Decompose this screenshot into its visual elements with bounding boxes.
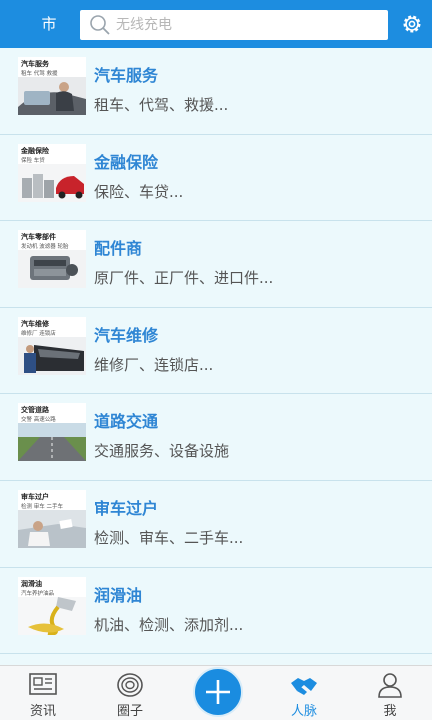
item-title: 审车过户 bbox=[94, 498, 159, 518]
tab-label: 我 bbox=[383, 704, 397, 719]
thumbnail-title: 汽车零部件 bbox=[21, 233, 56, 242]
thumbnail: 汽车零部件 发动机 波滤器 轮胎 bbox=[18, 230, 86, 289]
item-description: 维修厂、连锁店... bbox=[94, 355, 214, 374]
item-title: 汽车维修 bbox=[94, 325, 159, 345]
thumbnail-title: 润滑油 bbox=[21, 579, 42, 588]
category-list: 汽车服务 租车 代驾 救援 汽车服务 租车、代驾、救援... 金融保险 保险 车… bbox=[0, 48, 432, 655]
thumbnail: 金融保险 保险 车贷 bbox=[18, 143, 86, 202]
thumbnail: 汽车维修 维修厂 连锁店 bbox=[18, 316, 86, 375]
item-title: 汽车服务 bbox=[94, 66, 159, 85]
city-selector[interactable]: 市 bbox=[32, 12, 66, 36]
search-icon bbox=[90, 15, 110, 35]
coins-car-image bbox=[18, 163, 86, 202]
item-description: 检测、审车、二手车... bbox=[94, 528, 244, 547]
tab-label: 资讯 bbox=[29, 704, 56, 719]
list-item[interactable]: 润滑油 汽车养护油品 润滑油 机油、检测、添加剂... bbox=[0, 568, 432, 655]
thumbnail-title: 汽车服务 bbox=[21, 60, 49, 68]
plus-icon bbox=[206, 680, 230, 704]
tab-label: 人脉 bbox=[290, 704, 317, 719]
top-bar: 市 bbox=[0, 0, 432, 48]
item-description: 租车、代驾、救援... bbox=[94, 96, 229, 114]
gear-icon[interactable] bbox=[400, 12, 424, 36]
search-input[interactable] bbox=[116, 10, 376, 40]
tab-news[interactable]: 资讯 bbox=[0, 666, 86, 720]
thumbnail-title: 金融保险 bbox=[21, 146, 49, 155]
thumbnail-title: 交管道路 bbox=[21, 406, 49, 415]
thumbnail-title: 汽车维修 bbox=[21, 319, 49, 328]
list-item[interactable]: 交管道路 交警 高速公路 道路交通 交通服务、设备设施 bbox=[0, 394, 432, 481]
thumbnail-subtitle: 检测 审车 二手车 bbox=[21, 503, 63, 510]
search-box[interactable] bbox=[80, 10, 388, 40]
thumbnail-subtitle: 保险 车贷 bbox=[21, 157, 45, 164]
list-item[interactable]: 汽车服务 租车 代驾 救援 汽车服务 租车、代驾、救援... bbox=[0, 48, 432, 135]
thumbnail-subtitle: 租车 代驾 救援 bbox=[21, 71, 58, 77]
list-item[interactable]: 汽车零部件 发动机 波滤器 轮胎 配件商 原厂件、正厂件、进口件... bbox=[0, 221, 432, 308]
thumbnail: 汽车服务 租车 代驾 救援 bbox=[18, 57, 86, 115]
handshake-icon bbox=[291, 678, 317, 695]
circle-icon bbox=[117, 673, 143, 697]
item-description: 保险、车贷... bbox=[94, 182, 184, 201]
tab-me[interactable]: 我 bbox=[347, 666, 432, 720]
tab-circle[interactable]: 圈子 bbox=[87, 666, 173, 720]
list-item[interactable]: 审车过户 检测 审车 二手车 审车过户 检测、审车、二手车... bbox=[0, 481, 432, 568]
thumbnail: 润滑油 汽车养护油品 bbox=[18, 576, 86, 635]
add-button[interactable] bbox=[193, 667, 243, 717]
item-title: 润滑油 bbox=[94, 585, 143, 605]
mechanic-image bbox=[18, 336, 86, 375]
item-description: 交通服务、设备设施 bbox=[94, 442, 230, 461]
item-title: 金融保险 bbox=[94, 152, 159, 172]
thumbnail: 审车过户 检测 审车 二手车 bbox=[18, 489, 86, 548]
item-description: 原厂件、正厂件、进口件... bbox=[94, 269, 274, 288]
tab-contacts[interactable]: 人脉 bbox=[261, 666, 347, 720]
profile-icon bbox=[378, 673, 402, 698]
list-item[interactable]: 金融保险 保险 车贷 金融保险 保险、车贷... bbox=[0, 135, 432, 222]
item-description: 机油、检测、添加剂... bbox=[94, 615, 244, 634]
engine-image bbox=[18, 250, 86, 289]
thumbnail-subtitle: 汽车养护油品 bbox=[21, 590, 55, 597]
item-title: 道路交通 bbox=[94, 412, 159, 432]
thumbnail: 交管道路 交警 高速公路 bbox=[18, 403, 86, 462]
thumbnail-subtitle: 交警 高速公路 bbox=[21, 417, 56, 424]
tab-label: 圈子 bbox=[116, 704, 143, 719]
highway-image bbox=[18, 423, 86, 462]
news-icon bbox=[29, 673, 57, 695]
handover-image bbox=[18, 509, 86, 548]
oil-pour-image bbox=[18, 596, 86, 635]
thumbnail-subtitle: 发动机 波滤器 轮胎 bbox=[21, 244, 69, 251]
item-title: 配件商 bbox=[94, 239, 143, 259]
thumbnail-subtitle: 维修厂 连锁店 bbox=[21, 330, 56, 337]
thumbnail-title: 审车过户 bbox=[21, 492, 49, 501]
car-driver-image bbox=[18, 77, 86, 115]
list-item[interactable]: 汽车维修 维修厂 连锁店 汽车维修 维修厂、连锁店... bbox=[0, 308, 432, 395]
